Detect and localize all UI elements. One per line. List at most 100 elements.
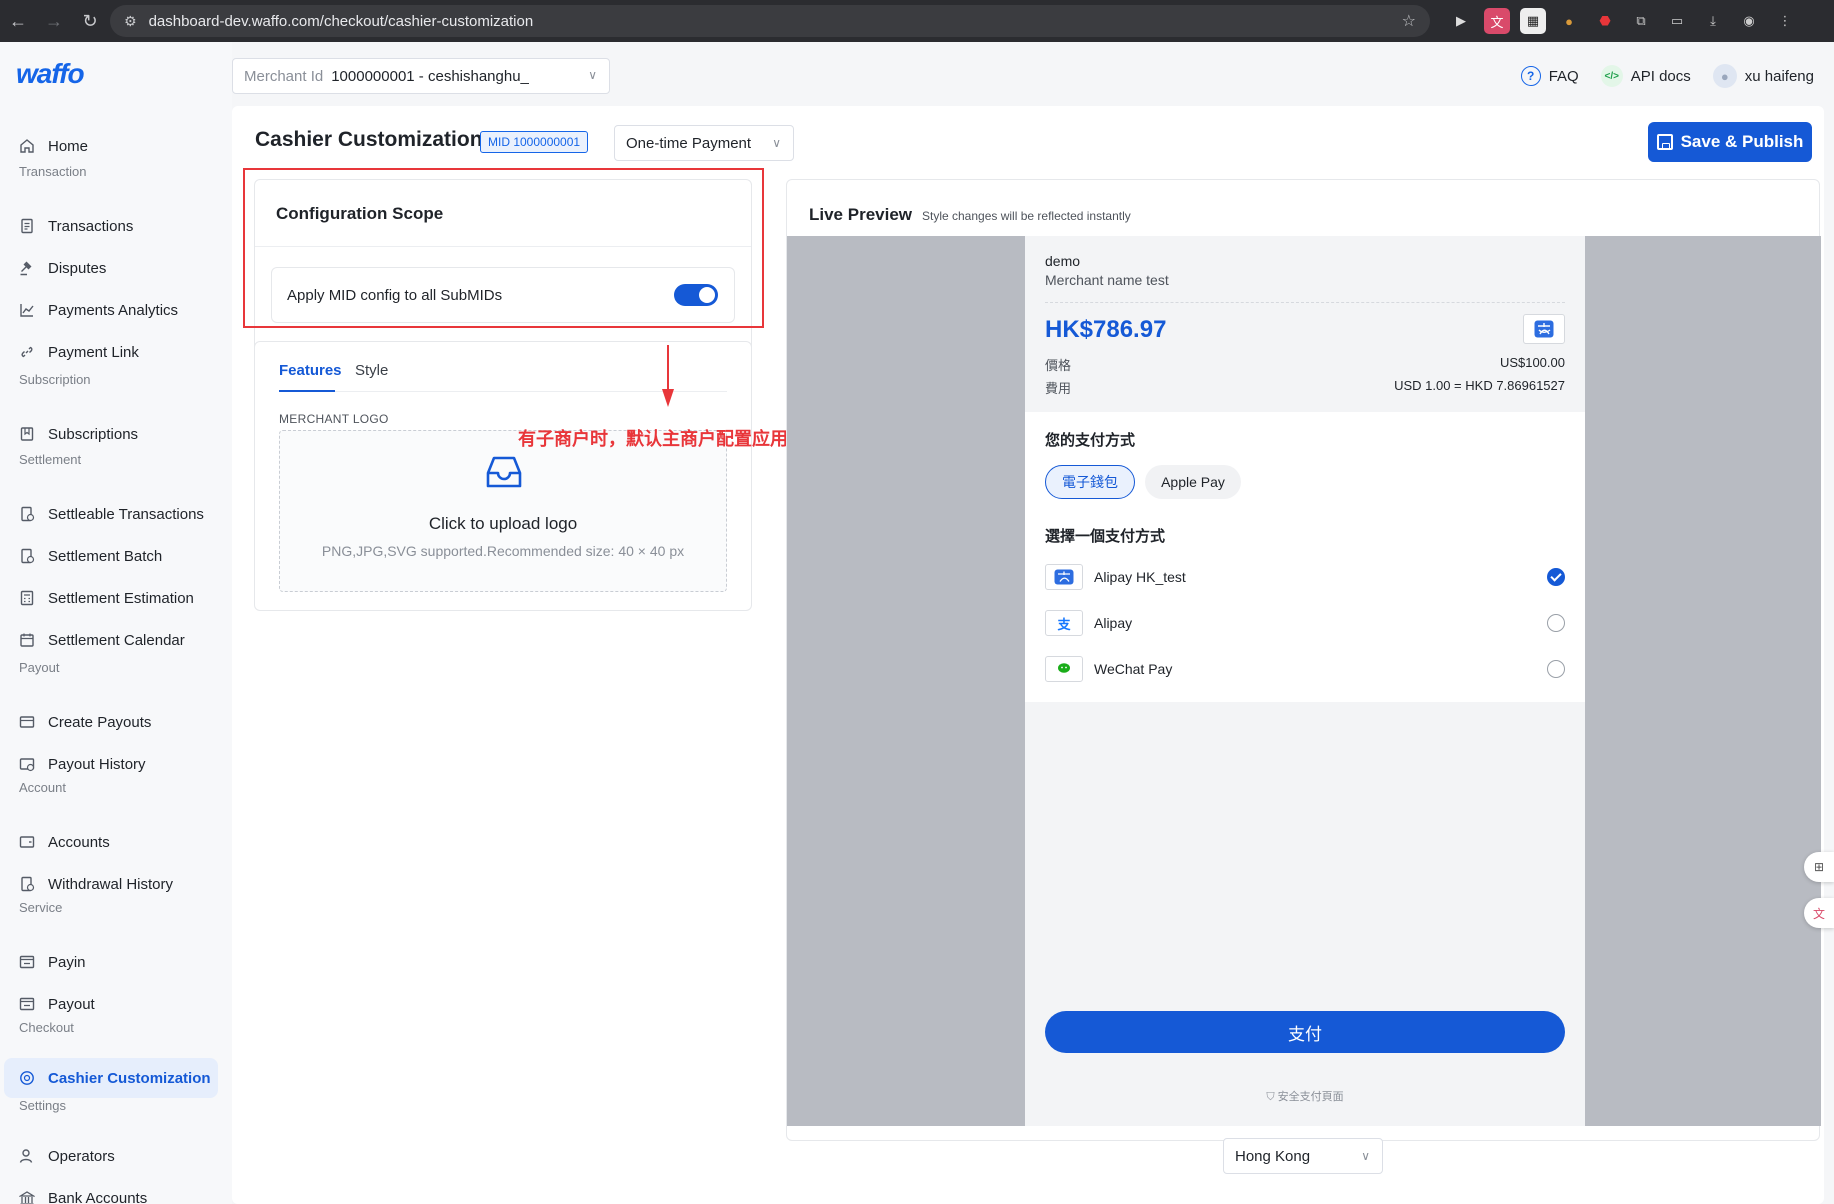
- logo-upload-dropzone[interactable]: Click to upload logo PNG,JPG,SVG support…: [279, 430, 727, 592]
- payment-type-select[interactable]: One-time Payment ∨: [614, 125, 794, 161]
- sidebar-item-cashier-customization[interactable]: Cashier Customization: [4, 1058, 218, 1098]
- address-bar[interactable]: ⚙ dashboard-dev.waffo.com/checkout/cashi…: [110, 5, 1430, 37]
- sidebar-item-label: Withdrawal History: [48, 875, 174, 893]
- cast-icon[interactable]: ▭: [1664, 8, 1690, 34]
- user-icon: [18, 1147, 36, 1165]
- sidebar-item-bank-accounts[interactable]: Bank Accounts: [4, 1178, 218, 1204]
- qr-extension-icon[interactable]: ▦: [1520, 8, 1546, 34]
- sidebar-item-create-payouts[interactable]: Create Payouts: [4, 702, 218, 742]
- inbox-icon: [486, 456, 522, 488]
- translate-float-icon[interactable]: 文: [1804, 898, 1834, 928]
- sidebar-item-transactions[interactable]: Transactions: [4, 206, 218, 246]
- active-tab-indicator: [279, 390, 335, 392]
- sidebar-item-settlement-estimation[interactable]: Settlement Estimation: [4, 578, 218, 618]
- sidebar-item-label: Create Payouts: [48, 713, 152, 731]
- user-menu[interactable]: ● xu haifeng: [1712, 64, 1814, 88]
- menu-icon[interactable]: ⋮: [1772, 8, 1798, 34]
- merchant-name: Merchant name test: [1045, 272, 1169, 288]
- sidebar-item-subscriptions[interactable]: Subscriptions: [4, 414, 218, 454]
- section-service: Service: [19, 900, 63, 915]
- sidebar-item-operators[interactable]: Operators: [4, 1136, 218, 1176]
- payment-method-row[interactable]: Alipay HK_test: [1045, 562, 1565, 592]
- save-publish-button[interactable]: Save & Publish: [1648, 122, 1812, 162]
- price-value: US$100.00: [1499, 355, 1565, 370]
- sidebar-item-settleable-transactions[interactable]: Settleable Transactions: [4, 494, 218, 534]
- puzzle-extension-icon[interactable]: ⧉: [1628, 8, 1654, 34]
- sidebar-item-settlement-batch[interactable]: Settlement Batch: [4, 536, 218, 576]
- sidebar-item-withdrawal-history[interactable]: Withdrawal History: [4, 864, 218, 904]
- applepay-pill[interactable]: Apple Pay: [1145, 465, 1241, 499]
- api-docs-label: API docs: [1630, 67, 1691, 85]
- payment-method-radio[interactable]: [1547, 568, 1565, 586]
- cashier-preview: demo Merchant name test HK$786.97 價格 US$…: [1025, 236, 1585, 1126]
- sidebar-item-payout-history[interactable]: Payout History: [4, 744, 218, 784]
- page-title: Cashier Customization: [255, 128, 483, 151]
- choose-method-heading: 選擇一個支付方式: [1045, 528, 1166, 545]
- cookie-extension-icon[interactable]: ●: [1556, 8, 1582, 34]
- apply-submids-row: Apply MID config to all SubMIDs: [271, 267, 735, 323]
- payment-method-radio[interactable]: [1547, 614, 1565, 632]
- api-docs-link[interactable]: </> API docs: [1600, 65, 1691, 87]
- sidebar-item-settlement-calendar[interactable]: Settlement Calendar: [4, 620, 218, 660]
- sidebar-item-label: Settlement Batch: [48, 547, 163, 565]
- apply-submids-toggle[interactable]: [674, 284, 718, 306]
- profile-icon[interactable]: ◉: [1736, 8, 1762, 34]
- upload-hint: PNG,JPG,SVG supported.Recommended size: …: [321, 543, 685, 559]
- sidebar-item-payin[interactable]: Payin: [4, 942, 218, 982]
- tab-divider: [279, 391, 727, 392]
- divider: [255, 246, 751, 247]
- sidebar-item-label: Payment Link: [48, 343, 139, 361]
- sidebar-item-accounts[interactable]: Accounts: [4, 822, 218, 862]
- region-select[interactable]: Hong Kong ∨: [1223, 1138, 1383, 1174]
- merchant-id-select[interactable]: Merchant Id 1000000001 - ceshishanghu_ ∨: [232, 58, 610, 94]
- sidebar-item-disputes[interactable]: Disputes: [4, 248, 218, 288]
- section-account: Account: [19, 780, 66, 795]
- payment-method-row[interactable]: 支 Alipay: [1045, 608, 1565, 638]
- window-icon: [18, 995, 36, 1013]
- configuration-scope-title: Configuration Scope: [276, 204, 444, 223]
- sidebar-item-label: Payments Analytics: [48, 301, 179, 319]
- back-icon[interactable]: ←: [0, 0, 36, 42]
- payment-method-name: Alipay: [1094, 615, 1133, 631]
- tab-features[interactable]: Features: [279, 362, 342, 379]
- qr-float-icon[interactable]: ⊞: [1804, 852, 1834, 882]
- forward-icon[interactable]: →: [36, 0, 72, 42]
- site-settings-icon[interactable]: ⚙: [124, 13, 137, 30]
- payment-method-row[interactable]: WeChat Pay: [1045, 654, 1565, 684]
- sidebar-item-label: Subscriptions: [48, 425, 139, 443]
- region-value: Hong Kong: [1235, 1147, 1311, 1165]
- sidebar-item-payment-link[interactable]: Payment Link: [4, 332, 218, 372]
- bookmark-star-icon[interactable]: ☆: [1402, 11, 1416, 31]
- play-extension-icon[interactable]: ▶: [1448, 8, 1474, 34]
- faq-link[interactable]: ? FAQ: [1520, 66, 1579, 86]
- live-preview-subtitle: Style changes will be reflected instantl…: [922, 209, 1131, 223]
- download-icon[interactable]: ⤓: [1700, 8, 1726, 34]
- sidebar-item-label: Settlement Calendar: [48, 631, 185, 649]
- payment-method-name: WeChat Pay: [1094, 661, 1173, 677]
- bank-icon: [18, 1189, 36, 1204]
- sidebar-item-label: Payin: [48, 953, 86, 971]
- your-method-heading: 您的支付方式: [1045, 432, 1136, 449]
- section-settings: Settings: [19, 1098, 66, 1113]
- ewallet-pill[interactable]: 電子錢包: [1045, 465, 1135, 499]
- sidebar-item-payments-analytics[interactable]: Payments Analytics: [4, 290, 218, 330]
- stop-extension-icon[interactable]: ⬣: [1592, 8, 1618, 34]
- sidebar-item-label: Payout: [48, 995, 95, 1013]
- gavel-icon: [18, 259, 36, 277]
- payment-method-radio[interactable]: [1547, 660, 1565, 678]
- save-icon: [1656, 134, 1673, 150]
- sidebar-item-label: Transactions: [48, 217, 134, 235]
- chevron-down-icon: ∨: [772, 136, 781, 150]
- document-stack-icon: [18, 547, 36, 565]
- wechat-pay-icon: [1045, 656, 1083, 682]
- sidebar-item-payout[interactable]: Payout: [4, 984, 218, 1024]
- sidebar-item-home[interactable]: Home: [4, 126, 218, 166]
- live-preview-card: Live Preview Style changes will be refle…: [786, 179, 1821, 1141]
- translate-extension-icon[interactable]: 文: [1484, 8, 1510, 34]
- waffo-logo[interactable]: waffo: [16, 58, 85, 90]
- sidebar-item-label: Payout History: [48, 755, 146, 773]
- tab-style[interactable]: Style: [355, 362, 388, 379]
- reload-icon[interactable]: ↻: [72, 0, 108, 42]
- pay-button[interactable]: 支付: [1045, 1011, 1565, 1053]
- mid-badge: MID 1000000001: [480, 131, 589, 153]
